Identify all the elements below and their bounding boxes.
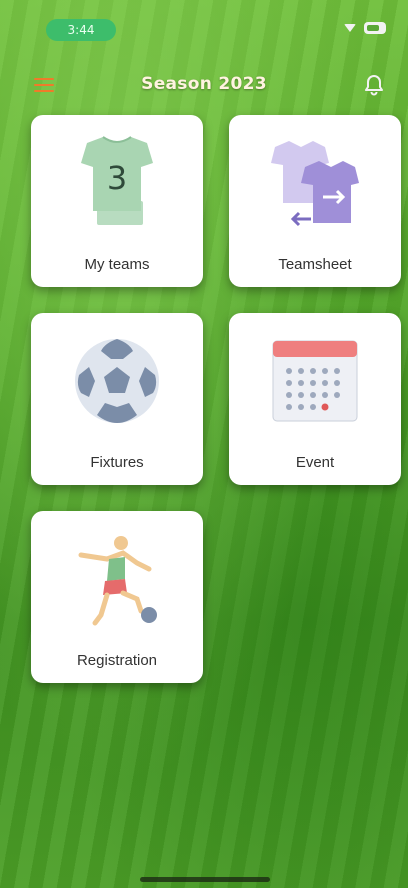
tile-label-registration: Registration — [76, 652, 158, 669]
tile-teamsheet[interactable]: Teamsheet — [229, 115, 401, 287]
tile-label-my-teams: My teams — [84, 256, 150, 273]
soccer-ball-icon — [75, 339, 159, 423]
player-kicking-icon — [78, 536, 157, 626]
jersey-swap-icon — [271, 141, 359, 227]
jersey-number-icon: 3 — [81, 136, 153, 225]
status-time: 3:44 — [46, 19, 116, 41]
tile-fixtures[interactable]: Fixtures — [31, 313, 203, 485]
tile-event[interactable]: Event — [229, 313, 401, 485]
notification-bell-icon[interactable] — [364, 74, 384, 96]
tile-my-teams[interactable]: 3 My teams — [31, 115, 203, 287]
battery-icon — [364, 22, 386, 34]
page-title: Season 2023 — [141, 74, 267, 94]
home-indicator[interactable] — [140, 877, 270, 882]
jersey-number: 3 — [107, 159, 127, 197]
calendar-icon — [272, 340, 358, 422]
app-screen: 3:44 Season 2023 3 My teams Teamsheet Fi… — [0, 0, 408, 888]
tile-label-fixtures: Fixtures — [90, 454, 144, 471]
wifi-icon — [344, 24, 356, 32]
status-icons — [344, 22, 386, 34]
tile-registration[interactable]: Registration — [31, 511, 203, 683]
tile-label-event: Event — [295, 454, 335, 471]
tile-label-teamsheet: Teamsheet — [278, 256, 352, 273]
